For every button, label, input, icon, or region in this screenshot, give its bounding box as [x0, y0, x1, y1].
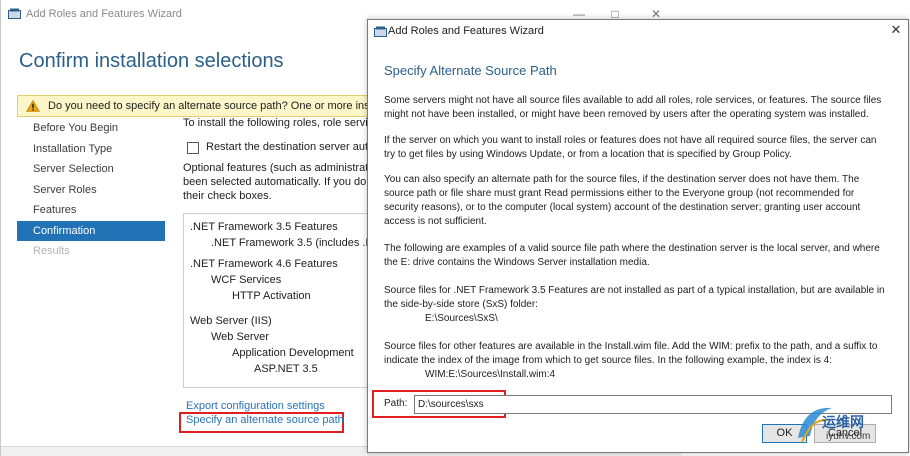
- intro-text: To install the following roles, role ser…: [183, 117, 369, 129]
- background-window-title: Add Roles and Features Wizard: [26, 8, 182, 20]
- watermark-text-en: iyunv.com: [826, 431, 871, 442]
- paragraph-line: might not have been installed, or might …: [384, 109, 869, 120]
- paragraph: If the server on which you want to insta…: [384, 134, 892, 162]
- paragraph-line: Some servers might not have all source f…: [384, 95, 882, 106]
- paragraph-line: The following are examples of a valid so…: [384, 243, 880, 254]
- watermark-text-cn: 运维网: [822, 414, 864, 430]
- optional-note-line: Optional features (such as administratio…: [183, 162, 369, 174]
- feature-item: HTTP Activation: [232, 290, 311, 302]
- paragraph-line: If the server on which you want to insta…: [384, 135, 877, 146]
- feature-item: .NET Framework 3.5 Features: [190, 221, 338, 233]
- feature-item: Web Server: [211, 331, 269, 343]
- server-manager-icon: [8, 8, 21, 19]
- restart-checkbox-label[interactable]: Restart the destination server automatic…: [206, 141, 369, 153]
- export-configuration-link[interactable]: Export configuration settings: [186, 400, 325, 412]
- wizard-nav: Before You Begin Installation Type Serve…: [17, 118, 165, 262]
- paragraph-line: source path or file share must grant Rea…: [384, 188, 855, 199]
- nav-item-before-you-begin[interactable]: Before You Begin: [17, 118, 165, 139]
- nav-item-confirmation[interactable]: Confirmation: [17, 220, 165, 241]
- paragraph-line: try to get files by using Windows Update…: [384, 149, 792, 160]
- path-label: Path:: [384, 398, 408, 409]
- nav-item-results: Results: [33, 245, 70, 257]
- dialog-heading: Specify Alternate Source Path: [384, 63, 557, 78]
- nav-item-features[interactable]: Features: [17, 200, 165, 221]
- paragraph-line: the side-by-side store (SxS) folder:: [384, 299, 538, 310]
- feature-list: .NET Framework 3.5 Features .NET Framewo…: [183, 213, 373, 388]
- example-path-sxs: E:\Sources\SxS\: [425, 313, 498, 324]
- example-path-wim: WIM:E:\Sources\Install.wim:4: [425, 369, 556, 380]
- page-title: Confirm installation selections: [19, 50, 284, 72]
- nav-item-installation-type[interactable]: Installation Type: [17, 139, 165, 160]
- optional-note-line: been selected automatically. If you do n…: [183, 176, 369, 188]
- paragraph-line: access is not sufficient.: [384, 216, 487, 227]
- dialog-title: Add Roles and Features Wizard: [388, 25, 544, 37]
- nav-item-server-selection[interactable]: Server Selection: [17, 159, 165, 180]
- restart-checkbox[interactable]: [187, 142, 199, 154]
- warning-text: Do you need to specify an alternate sour…: [48, 100, 383, 112]
- paragraph-line: security reasons), or to the computer (l…: [384, 202, 861, 213]
- feature-item: ASP.NET 3.5: [254, 363, 318, 375]
- paragraph-line: the E: drive contains the Windows Server…: [384, 257, 650, 268]
- paragraph: You can also specify an alternate path f…: [384, 173, 892, 229]
- paragraph: Source files for other features are avai…: [384, 340, 892, 382]
- paragraph-line: Source files for .NET Framework 3.5 Feat…: [384, 285, 885, 296]
- feature-item: Web Server (IIS): [190, 315, 272, 327]
- feature-item: .NET Framework 3.5 (includes .NET 2.0 an…: [211, 237, 372, 249]
- warning-banner: Do you need to specify an alternate sour…: [17, 95, 397, 117]
- feature-item: Application Development: [232, 347, 354, 359]
- close-icon[interactable]: ✕: [889, 23, 903, 37]
- optional-features-note: Optional features (such as administratio…: [183, 161, 369, 203]
- paragraph: The following are examples of a valid so…: [384, 242, 892, 270]
- alternate-source-path-link[interactable]: Specify an alternate source path: [186, 414, 344, 426]
- server-manager-icon: [374, 26, 387, 37]
- optional-note-line: their check boxes.: [183, 190, 272, 202]
- paragraph: Source files for .NET Framework 3.5 Feat…: [384, 284, 892, 326]
- feature-item: WCF Services: [211, 274, 282, 286]
- paragraph-line: You can also specify an alternate path f…: [384, 174, 860, 185]
- feature-item: .NET Framework 4.6 Features: [190, 258, 338, 270]
- paragraph-line: Source files for other features are avai…: [384, 341, 878, 352]
- alternate-source-dialog: Add Roles and Features Wizard ✕ Specify …: [367, 19, 909, 453]
- paragraph-line: indicate the index of the image from whi…: [384, 355, 833, 366]
- paragraph: Some servers might not have all source f…: [384, 94, 892, 122]
- warning-icon: [26, 100, 40, 112]
- nav-item-server-roles[interactable]: Server Roles: [17, 180, 165, 201]
